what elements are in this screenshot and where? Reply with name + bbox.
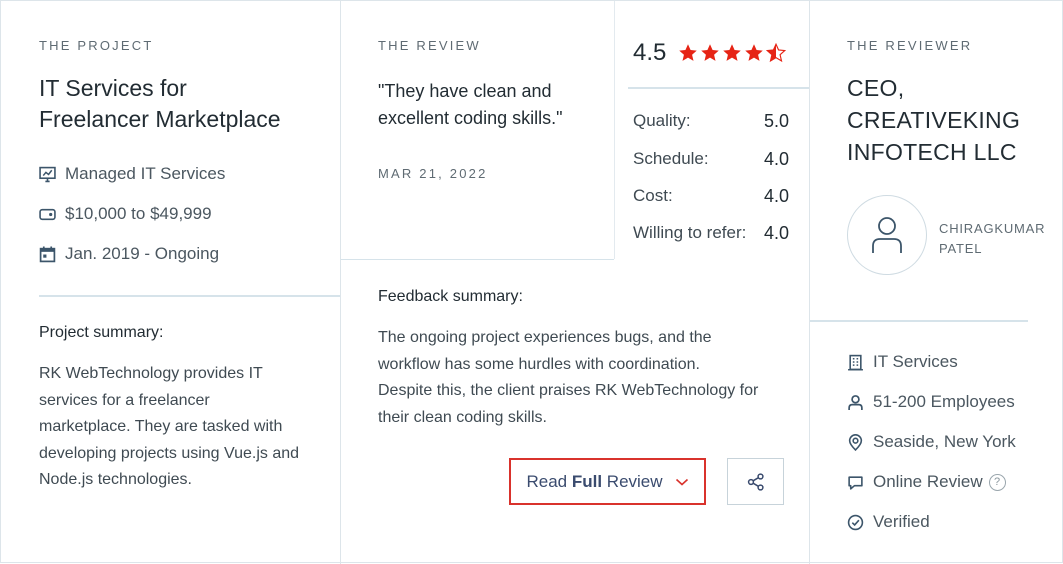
reviewer-title-line: INFOTECH LLC xyxy=(847,139,1017,165)
score-label: Willing to refer: xyxy=(633,223,747,242)
project-summary-line: services for a freelancer xyxy=(39,391,210,409)
project-summary-line: marketplace. They are tasked with xyxy=(39,418,283,435)
project-title: IT Services for Freelancer Marketplace xyxy=(39,73,281,135)
read-full-review-button[interactable]: Read Full Review xyxy=(509,458,706,505)
reviewer-name-line-1: CHIRAGKUMAR xyxy=(939,221,1046,236)
overall-rating: 4.5 xyxy=(633,39,787,67)
score-row-cost: Cost: 4.0 xyxy=(633,186,789,207)
reviewer-verified-row: Verified xyxy=(847,512,930,532)
review-divider xyxy=(341,259,614,260)
review-quote-line-2: excellent coding skills." xyxy=(378,108,563,128)
column-divider-2 xyxy=(809,1,810,564)
project-service-row: Managed IT Services xyxy=(39,164,225,184)
project-summary-line: Node.js technologies. xyxy=(39,471,192,488)
reviewer-title-line: CREATIVEKING xyxy=(847,107,1021,133)
project-eyebrow: THE PROJECT xyxy=(39,38,154,53)
star-full-icon xyxy=(701,44,720,61)
chevron-down-icon xyxy=(675,478,688,486)
reviewer-title-line: CEO, xyxy=(847,75,905,101)
project-budget: $10,000 to $49,999 xyxy=(65,204,212,223)
review-quote-line-1: "They have clean and xyxy=(378,81,552,101)
reviewer-eyebrow: THE REVIEWER xyxy=(847,38,973,53)
reviewer-name: CHIRAGKUMAR PATEL xyxy=(939,219,1045,259)
help-icon[interactable]: ? xyxy=(988,473,1006,491)
score-label: Schedule: xyxy=(633,149,709,168)
read-full-review-suffix: Review xyxy=(602,471,663,491)
score-value: 5.0 xyxy=(763,111,789,131)
project-summary-label: Project summary: xyxy=(39,324,164,341)
reviewer-divider xyxy=(810,320,1028,322)
feedback-summary-line: Despite this, the client praises RK WebT… xyxy=(378,382,759,399)
rating-column-divider xyxy=(614,1,615,259)
project-timeline: Jan. 2019 - Ongoing xyxy=(65,244,220,263)
read-full-review-prefix: Read xyxy=(526,471,572,491)
score-value: 4.0 xyxy=(763,186,789,206)
reviewer-location: Seaside, New York xyxy=(873,432,1016,451)
project-budget-row: $10,000 to $49,999 xyxy=(39,204,212,224)
score-row-schedule: Schedule: 4.0 xyxy=(633,149,789,170)
project-summary: RK WebTechnology provides IT services fo… xyxy=(39,361,334,494)
share-icon xyxy=(747,472,764,491)
calendar-icon xyxy=(39,246,56,262)
feedback-summary: The ongoing project experiences bugs, an… xyxy=(378,325,798,431)
project-timeline-row: Jan. 2019 - Ongoing xyxy=(39,244,219,264)
chat-bubble-icon xyxy=(848,475,863,490)
feedback-summary-line: workflow has some hurdles with coordinat… xyxy=(378,355,700,373)
feedback-summary-label: Feedback summary: xyxy=(378,288,523,305)
star-full-icon xyxy=(723,44,742,61)
project-title-line-2: Freelancer Marketplace xyxy=(39,106,281,132)
reviewer-size-row: 51-200 Employees xyxy=(847,392,1015,412)
monitor-chart-icon xyxy=(39,166,56,182)
score-value: 4.0 xyxy=(763,223,789,243)
rating-divider xyxy=(628,87,809,89)
star-half-icon xyxy=(766,43,787,63)
reviewer-size: 51-200 Employees xyxy=(873,392,1015,411)
reviewer-industry-row: IT Services xyxy=(847,352,958,372)
project-summary-line: developing projects using Vue.js and xyxy=(39,444,300,462)
overall-rating-value: 4.5 xyxy=(633,39,667,66)
reviewer-review-type: Online Review xyxy=(873,472,983,491)
review-date: MAR 21, 2022 xyxy=(378,166,488,181)
project-divider xyxy=(39,295,340,297)
reviewer-verified: Verified xyxy=(873,512,930,531)
overall-rating-stars xyxy=(678,43,787,63)
project-title-line-1: IT Services for xyxy=(39,75,187,101)
read-full-review-label: Read Full Review xyxy=(526,472,662,492)
person-icon xyxy=(848,394,863,410)
price-tag-icon xyxy=(39,208,56,220)
score-row-quality: Quality: 5.0 xyxy=(633,111,789,132)
review-eyebrow: THE REVIEW xyxy=(378,38,481,53)
column-divider-1 xyxy=(340,1,341,564)
review-card: THE PROJECT IT Services for Freelancer M… xyxy=(0,0,1063,564)
avatar xyxy=(847,195,927,275)
project-summary-line: RK WebTechnology provides IT xyxy=(39,365,263,382)
user-avatar-icon xyxy=(872,217,902,253)
project-service: Managed IT Services xyxy=(65,164,226,183)
reviewer-industry: IT Services xyxy=(873,352,958,371)
reviewer-review-type-row: Online Review ? xyxy=(847,472,1006,492)
reviewer-name-line-2: PATEL xyxy=(939,241,983,256)
star-full-icon xyxy=(679,44,698,61)
score-label: Quality: xyxy=(633,111,691,130)
building-icon xyxy=(848,354,863,370)
score-value: 4.0 xyxy=(763,149,789,169)
score-label: Cost: xyxy=(633,186,673,205)
read-full-review-bold: Full xyxy=(571,471,603,491)
check-circle-icon xyxy=(847,514,864,530)
star-full-icon xyxy=(745,44,764,61)
score-row-refer: Willing to refer: 4.0 xyxy=(633,223,789,244)
location-pin-icon xyxy=(848,433,863,451)
reviewer-title: CEO, CREATIVEKING INFOTECH LLC xyxy=(847,72,1020,168)
share-button[interactable] xyxy=(727,458,784,505)
review-quote: "They have clean and excellent coding sk… xyxy=(378,78,562,132)
feedback-summary-line: their clean coding skills. xyxy=(378,408,547,426)
feedback-summary-line: The ongoing project experiences bugs, an… xyxy=(378,329,712,346)
reviewer-location-row: Seaside, New York xyxy=(847,432,1016,452)
